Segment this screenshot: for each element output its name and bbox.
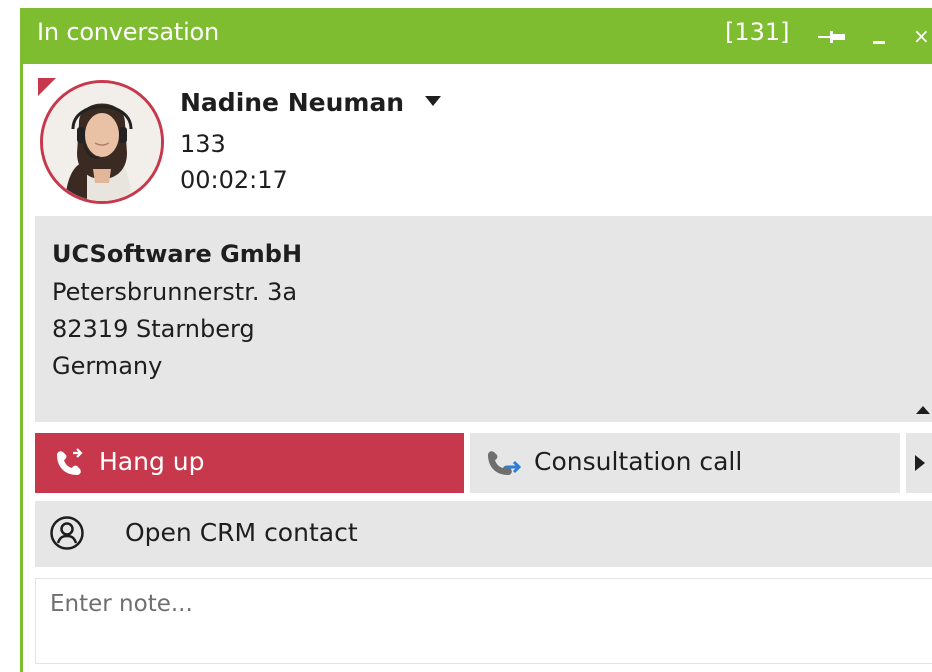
contact-company: UCSoftware GmbH xyxy=(52,240,303,268)
user-circle-icon xyxy=(50,516,84,550)
chevron-right-icon xyxy=(915,455,925,471)
minimize-icon[interactable] xyxy=(873,41,885,44)
consultation-call-button[interactable]: Consultation call xyxy=(470,433,900,493)
hang-up-label: Hang up xyxy=(99,447,205,476)
call-duration: 00:02:17 xyxy=(180,166,288,194)
open-crm-contact-button[interactable]: Open CRM contact xyxy=(35,501,932,567)
caret-down-icon[interactable] xyxy=(425,96,441,106)
pin-icon[interactable] xyxy=(818,30,848,44)
more-actions-button[interactable] xyxy=(906,433,932,493)
window-title: In conversation xyxy=(37,18,220,46)
phone-hangup-icon xyxy=(57,448,83,475)
note-input[interactable] xyxy=(35,578,932,664)
close-icon[interactable]: × xyxy=(913,26,930,46)
caller-name: Nadine Neuman xyxy=(180,88,405,117)
hang-up-button[interactable]: Hang up xyxy=(35,433,464,493)
contact-country: Germany xyxy=(52,352,163,380)
open-crm-contact-label: Open CRM contact xyxy=(125,518,358,547)
contact-city: 82319 Starnberg xyxy=(52,315,255,343)
contact-details-panel: UCSoftware GmbH Petersbrunnerstr. 3a 823… xyxy=(35,216,932,422)
contact-street: Petersbrunnerstr. 3a xyxy=(52,278,298,306)
avatar xyxy=(40,80,164,204)
conversation-window: In conversation [131] × Nadine Neuman 13 xyxy=(20,8,932,672)
caret-up-icon[interactable] xyxy=(916,406,930,414)
avatar-status-corner xyxy=(38,78,56,96)
phone-forward-icon xyxy=(488,451,522,475)
consultation-call-label: Consultation call xyxy=(534,447,743,476)
title-bar[interactable]: In conversation [131] × xyxy=(20,8,932,64)
caller-extension: 133 xyxy=(180,130,226,158)
line-number: [131] xyxy=(725,18,790,46)
